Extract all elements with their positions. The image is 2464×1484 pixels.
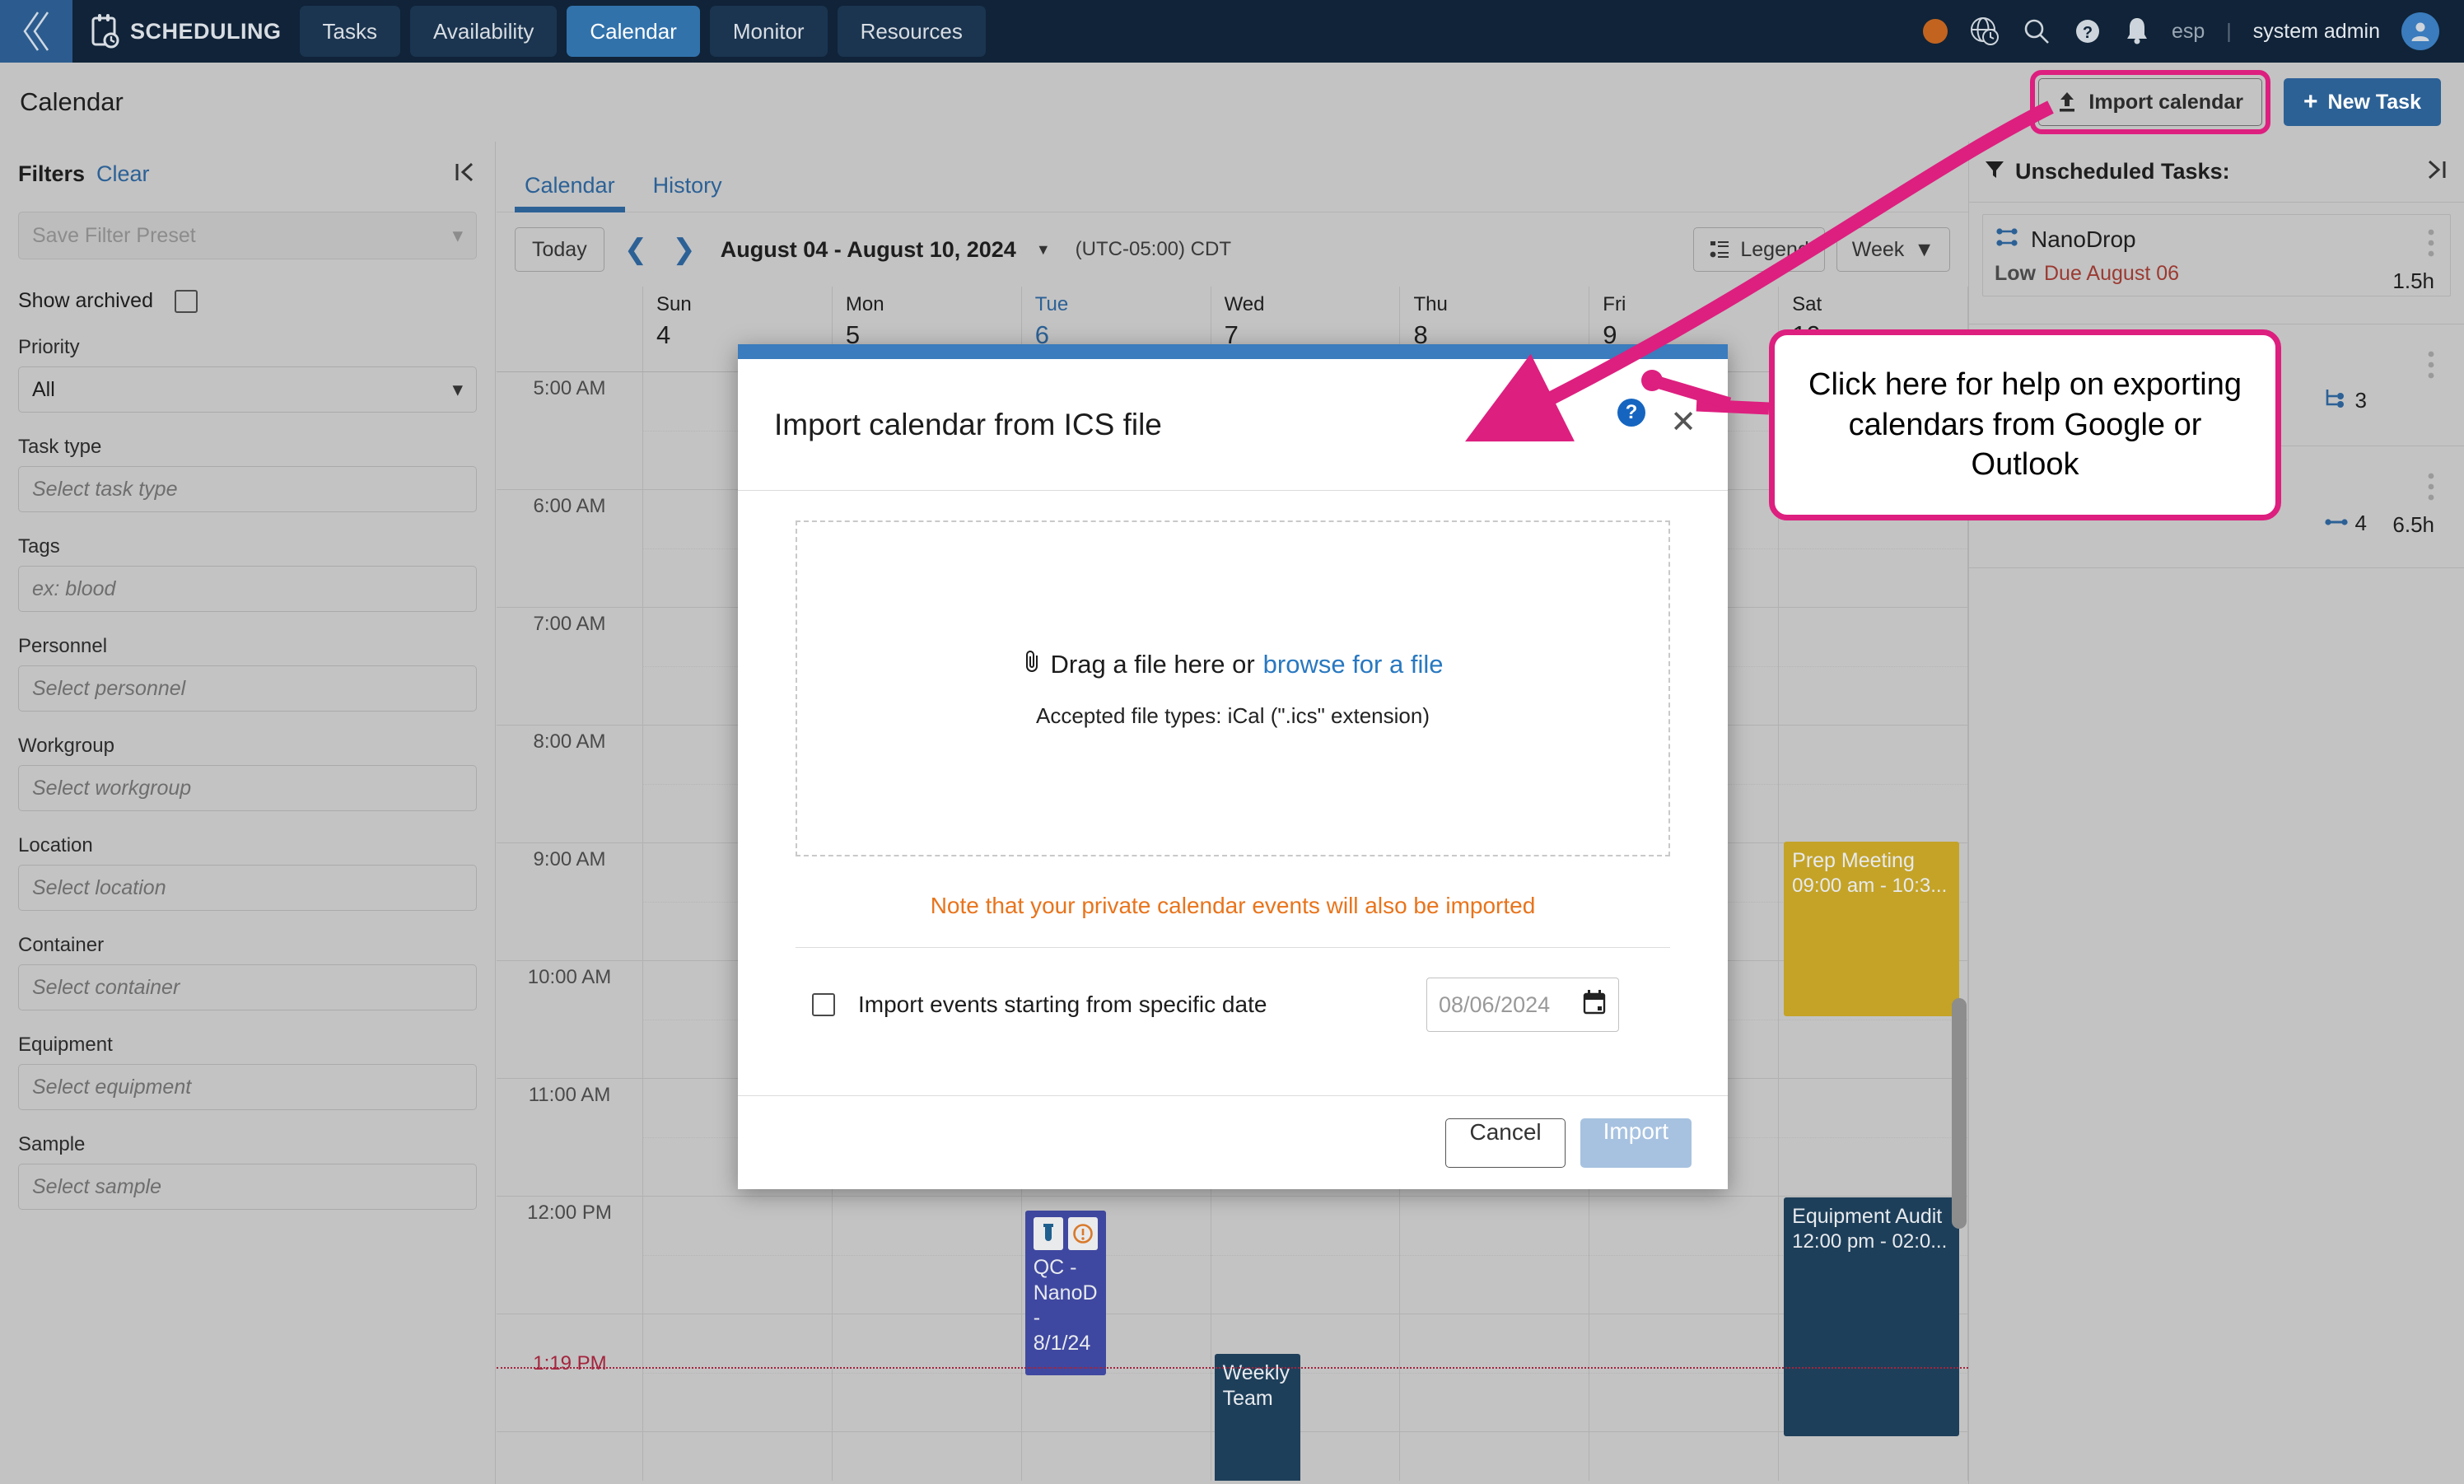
app-root: SCHEDULING Tasks Availability Calendar M… — [0, 0, 2464, 1484]
browse-file-link[interactable]: browse for a file — [1263, 650, 1444, 679]
modal-divider — [796, 947, 1670, 948]
help-callout-text: Click here for help on exporting calenda… — [1808, 367, 2242, 483]
modal-accent-bar — [738, 344, 1728, 359]
modal-body: Drag a file here or browse for a file Ac… — [738, 491, 1728, 1095]
dropzone-label: Drag a file here or — [1050, 649, 1255, 679]
modal-footer: Cancel Import — [738, 1095, 1728, 1189]
import-from-date-row: Import events starting from specific dat… — [796, 978, 1670, 1032]
start-date-value: 08/06/2024 — [1439, 992, 1551, 1017]
modal-import-button[interactable]: Import — [1580, 1118, 1692, 1168]
cancel-button[interactable]: Cancel — [1445, 1118, 1566, 1168]
modal-title: Import calendar from ICS file — [774, 407, 1162, 441]
modal-header: Import calendar from ICS file ? ✕ — [738, 359, 1728, 491]
paperclip-icon — [1023, 649, 1043, 680]
calendar-icon — [1582, 989, 1607, 1021]
import-calendar-modal: Import calendar from ICS file ? ✕ Drag a… — [738, 344, 1728, 1189]
import-from-date-checkbox[interactable] — [812, 993, 835, 1016]
dropzone-accepted-types: Accepted file types: iCal (".ics" extens… — [1036, 702, 1430, 728]
help-circle-icon[interactable]: ? — [1617, 399, 1645, 427]
file-dropzone[interactable]: Drag a file here or browse for a file Ac… — [796, 520, 1670, 856]
close-icon[interactable]: ✕ — [1670, 407, 1696, 438]
dropzone-primary-text: Drag a file here or browse for a file — [1023, 649, 1444, 680]
help-callout[interactable]: Click here for help on exporting calenda… — [1769, 329, 2281, 520]
privacy-note: Note that your private calendar events w… — [930, 893, 1536, 918]
start-date-input[interactable]: 08/06/2024 — [1426, 978, 1619, 1032]
import-from-date-label: Import events starting from specific dat… — [858, 992, 1267, 1017]
